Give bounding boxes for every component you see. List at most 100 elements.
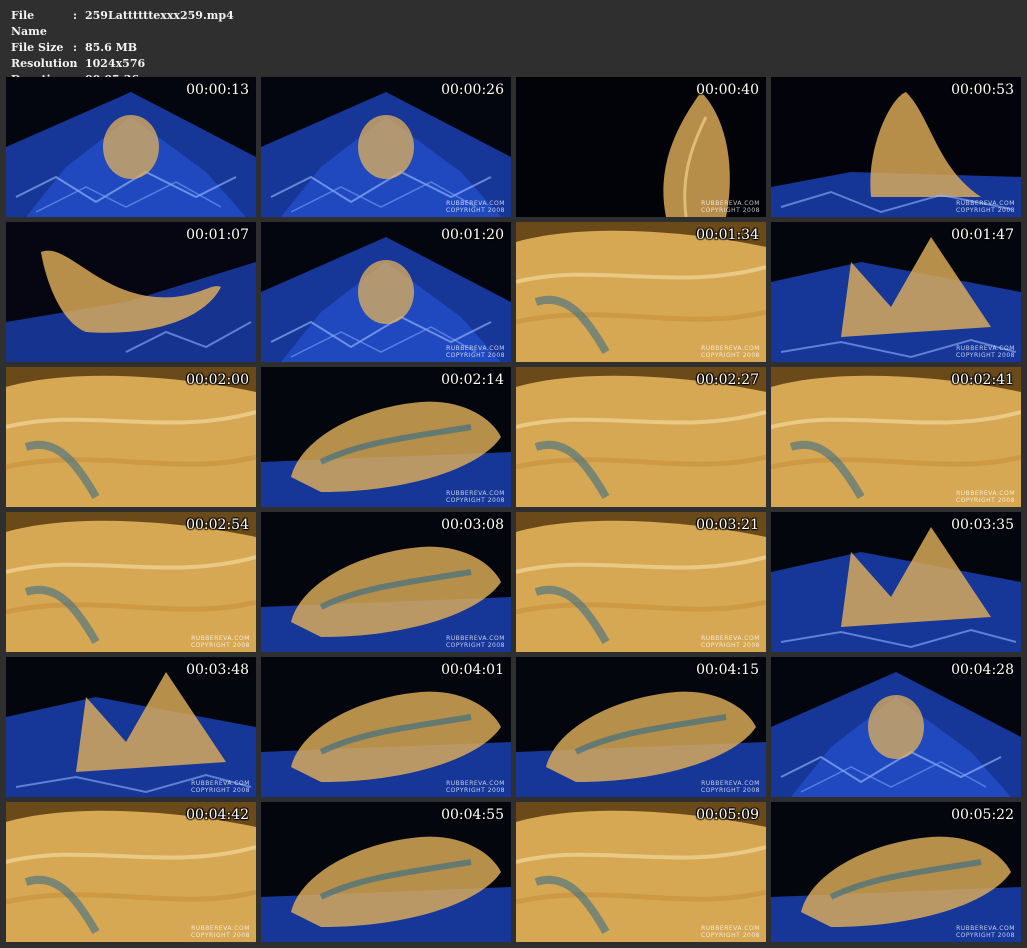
file-size-value: 85.6 MB — [85, 41, 138, 54]
thumbnail-frame-image — [261, 222, 511, 362]
thumbnail-frame-image — [261, 802, 511, 942]
thumbnail-timestamp: 00:02:41 — [951, 372, 1014, 388]
thumbnail-timestamp: 00:03:35 — [951, 517, 1014, 533]
watermark-copyright: COPYRIGHT 2008 — [955, 352, 1015, 359]
thumbnail-timestamp: 00:04:01 — [441, 662, 504, 678]
file-info-panel: File Name : 259Lattttttexxx259.mp4 File … — [11, 8, 234, 88]
thumbnail-timestamp: 00:04:28 — [951, 662, 1014, 678]
thumbnail-frame-image — [771, 367, 1021, 507]
watermark-site: RUBBEREVA.COM — [191, 635, 250, 642]
watermark-site: RUBBEREVA.COM — [956, 200, 1015, 207]
watermark-site: RUBBEREVA.COM — [446, 780, 505, 787]
thumbnail-frame-image — [6, 222, 256, 362]
thumbnail-watermark: RUBBEREVA.COM COPYRIGHT 2008 — [446, 635, 505, 649]
resolution-label: Resolution — [11, 57, 78, 70]
thumbnail-timestamp: 00:02:00 — [186, 372, 249, 388]
watermark-copyright: COPYRIGHT 2008 — [700, 352, 760, 359]
thumbnail-timestamp: 00:01:07 — [186, 227, 249, 243]
thumbnail-grid: 00:00:13 00:00:26 RUBBEREVA.COM COPYRIGHT … — [6, 77, 1022, 942]
video-thumbnail: 00:02:54 RUBBEREVA.COM COPYRIGHT 2008 — [6, 512, 256, 652]
file-name-row: File Name : 259Lattttttexxx259.mp4 — [11, 8, 234, 40]
watermark-copyright: COPYRIGHT 2008 — [190, 932, 250, 939]
watermark-copyright: COPYRIGHT 2008 — [445, 207, 505, 214]
video-thumbnail: 00:02:41 RUBBEREVA.COM COPYRIGHT 2008 — [771, 367, 1021, 507]
thumbnail-frame-image — [6, 802, 256, 942]
thumbnail-timestamp: 00:03:08 — [441, 517, 504, 533]
thumbnail-timestamp: 00:05:09 — [696, 807, 759, 823]
thumbnail-frame-image — [516, 222, 766, 362]
watermark-site: RUBBEREVA.COM — [446, 635, 505, 642]
thumbnail-timestamp: 00:04:15 — [696, 662, 759, 678]
video-thumbnail: 00:01:07 — [6, 222, 256, 362]
watermark-copyright: COPYRIGHT 2008 — [700, 787, 760, 794]
video-thumbnail: 00:03:35 — [771, 512, 1021, 652]
watermark-site: RUBBEREVA.COM — [701, 925, 760, 932]
thumbnail-frame-image — [261, 77, 511, 217]
video-thumbnail: 00:04:15 RUBBEREVA.COM COPYRIGHT 2008 — [516, 657, 766, 797]
thumbnail-watermark: RUBBEREVA.COM COPYRIGHT 2008 — [956, 490, 1015, 504]
video-thumbnail: 00:03:48 RUBBEREVA.COM COPYRIGHT 2008 — [6, 657, 256, 797]
thumbnail-watermark: RUBBEREVA.COM COPYRIGHT 2008 — [446, 780, 505, 794]
watermark-site: RUBBEREVA.COM — [701, 780, 760, 787]
thumbnail-watermark: RUBBEREVA.COM COPYRIGHT 2008 — [701, 925, 760, 939]
watermark-copyright: COPYRIGHT 2008 — [445, 352, 505, 359]
video-thumbnail: 00:00:53 RUBBEREVA.COM COPYRIGHT 2008 — [771, 77, 1021, 217]
thumbnail-frame-image — [6, 77, 256, 217]
thumbnail-timestamp: 00:01:34 — [696, 227, 759, 243]
watermark-site: RUBBEREVA.COM — [956, 345, 1015, 352]
video-thumbnail: 00:04:01 RUBBEREVA.COM COPYRIGHT 2008 — [261, 657, 511, 797]
resolution-value: 1024x576 — [85, 57, 146, 70]
thumbnail-frame-image — [771, 657, 1021, 797]
thumbnail-frame-image — [771, 222, 1021, 362]
file-size-separator: : — [73, 41, 78, 54]
thumbnail-watermark: RUBBEREVA.COM COPYRIGHT 2008 — [446, 345, 505, 359]
thumbnail-watermark: RUBBEREVA.COM COPYRIGHT 2008 — [191, 780, 250, 794]
thumbnail-watermark: RUBBEREVA.COM COPYRIGHT 2008 — [701, 345, 760, 359]
video-thumbnail: 00:04:28 — [771, 657, 1021, 797]
thumbnail-frame-image — [771, 802, 1021, 942]
thumbnail-timestamp: 00:02:54 — [186, 517, 249, 533]
watermark-site: RUBBEREVA.COM — [191, 780, 250, 787]
watermark-site: RUBBEREVA.COM — [956, 925, 1015, 932]
watermark-copyright: COPYRIGHT 2008 — [445, 787, 505, 794]
file-name-label: File Name — [11, 9, 47, 38]
thumbnail-frame-image — [261, 512, 511, 652]
file-name-separator: : — [73, 9, 78, 22]
watermark-site: RUBBEREVA.COM — [701, 200, 760, 207]
thumbnail-timestamp: 00:03:21 — [696, 517, 759, 533]
watermark-site: RUBBEREVA.COM — [446, 490, 505, 497]
video-thumbnail: 00:05:22 RUBBEREVA.COM COPYRIGHT 2008 — [771, 802, 1021, 942]
video-thumbnail: 00:03:21 RUBBEREVA.COM COPYRIGHT 2008 — [516, 512, 766, 652]
thumbnail-frame-image — [516, 512, 766, 652]
thumbnail-frame-image — [6, 657, 256, 797]
thumbnail-watermark: RUBBEREVA.COM COPYRIGHT 2008 — [191, 925, 250, 939]
video-thumbnail: 00:02:00 — [6, 367, 256, 507]
resolution-separator: : — [73, 57, 78, 70]
thumbnail-watermark: RUBBEREVA.COM COPYRIGHT 2008 — [446, 200, 505, 214]
watermark-copyright: COPYRIGHT 2008 — [955, 207, 1015, 214]
watermark-site: RUBBEREVA.COM — [446, 345, 505, 352]
thumbnail-frame-image — [516, 802, 766, 942]
thumbnail-watermark: RUBBEREVA.COM COPYRIGHT 2008 — [956, 925, 1015, 939]
watermark-site: RUBBEREVA.COM — [701, 635, 760, 642]
thumbnail-timestamp: 00:00:13 — [186, 82, 249, 98]
thumbnail-frame-image — [261, 657, 511, 797]
watermark-copyright: COPYRIGHT 2008 — [700, 932, 760, 939]
file-size-label: File Size — [11, 41, 64, 54]
thumbnail-timestamp: 00:02:27 — [696, 372, 759, 388]
thumbnail-frame-image — [261, 367, 511, 507]
watermark-copyright: COPYRIGHT 2008 — [700, 207, 760, 214]
thumbnail-watermark: RUBBEREVA.COM COPYRIGHT 2008 — [701, 635, 760, 649]
watermark-site: RUBBEREVA.COM — [191, 925, 250, 932]
watermark-copyright: COPYRIGHT 2008 — [700, 642, 760, 649]
thumbnail-timestamp: 00:00:40 — [696, 82, 759, 98]
file-size-row: File Size : 85.6 MB — [11, 40, 234, 56]
thumbnail-timestamp: 00:03:48 — [186, 662, 249, 678]
thumbnail-frame-image — [771, 512, 1021, 652]
thumbnail-timestamp: 00:01:20 — [441, 227, 504, 243]
thumbnail-frame-image — [6, 512, 256, 652]
thumbnail-watermark: RUBBEREVA.COM COPYRIGHT 2008 — [446, 490, 505, 504]
video-thumbnail: 00:02:14 RUBBEREVA.COM COPYRIGHT 2008 — [261, 367, 511, 507]
video-thumbnail: 00:00:40 RUBBEREVA.COM COPYRIGHT 2008 — [516, 77, 766, 217]
thumbnail-watermark: RUBBEREVA.COM COPYRIGHT 2008 — [956, 200, 1015, 214]
